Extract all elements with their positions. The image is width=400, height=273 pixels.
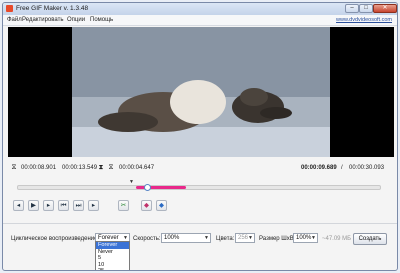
duration-time: 00:00:04.647 (119, 165, 155, 171)
menu-bar: Файл Редактировать Опции Помощь www.dvdv… (3, 15, 397, 26)
file-size: ~47.09 МБ (322, 236, 352, 242)
colors-label: Цвета: (216, 236, 235, 242)
speed-select[interactable]: 100% ▼ (161, 233, 211, 243)
loop-option[interactable]: 25 (96, 268, 129, 270)
step-back-button[interactable]: ◂ (13, 200, 24, 211)
menu-edit[interactable]: Редактировать (22, 17, 63, 23)
window-title: Free GIF Maker v. 1.3.48 (16, 5, 89, 12)
rewind-button[interactable]: ◆ (141, 200, 152, 211)
create-button[interactable]: Создать (353, 233, 387, 245)
loop-option[interactable]: 10 (96, 262, 129, 269)
time-toolbar: ⧖ 00:00:08.901 00:00:13.549 ⧗ ⧖ 00:00:04… (3, 163, 397, 175)
play-selection-button[interactable]: ▸ (43, 200, 54, 211)
video-preview (8, 27, 394, 157)
menu-help[interactable]: Помощь (90, 17, 113, 23)
forward-button[interactable]: ◆ (156, 200, 167, 211)
time-separator: / (341, 165, 343, 171)
speed-value: 100% (164, 235, 180, 241)
chevron-down-icon: ▼ (311, 235, 316, 241)
website-link[interactable]: www.dvdvideosoft.com (336, 17, 392, 23)
divider (3, 223, 397, 224)
colors-select[interactable]: 256 ▼ (235, 233, 255, 243)
mark-start-icon[interactable]: ⧖ (10, 164, 18, 172)
video-frame (8, 27, 394, 157)
size-select[interactable]: 100% ▼ (293, 233, 318, 243)
menu-file[interactable]: Файл (7, 17, 22, 23)
current-time: 00:00:09.689 (301, 165, 337, 171)
loop-option[interactable]: Forever (96, 242, 129, 249)
end-time: 00:00:13.549 (62, 165, 98, 171)
duration-icon: ⧖ (108, 164, 114, 171)
mark-end-icon[interactable]: ⧗ (97, 164, 105, 172)
play-button[interactable]: ▶ (28, 200, 39, 211)
loop-dropdown-list: Forever Never 5 10 25 (95, 241, 130, 270)
chevron-down-icon: ▼ (248, 235, 253, 241)
cut-button[interactable]: ✂ (118, 200, 129, 211)
chevron-down-icon: ▼ (204, 235, 209, 241)
size-value: 100% (296, 235, 312, 241)
minimize-button[interactable]: – (345, 4, 359, 13)
app-icon (6, 5, 13, 12)
start-time: 00:00:08.901 (21, 165, 57, 171)
go-end-button[interactable]: ⏭ (73, 200, 84, 211)
step-forward-button[interactable]: ▸ (88, 200, 99, 211)
settings-bar: Циклическое воспроизведение: Forever ▼ С… (3, 230, 397, 246)
speed-label: Скорость: (133, 236, 161, 242)
loop-option[interactable]: Never (96, 249, 129, 256)
maximize-button[interactable]: □ (359, 4, 373, 13)
size-label: Размер ШхВ: (259, 236, 296, 242)
timeline-slider[interactable] (17, 184, 381, 191)
close-button[interactable]: ✕ (373, 4, 397, 13)
loop-label: Циклическое воспроизведение: (11, 236, 100, 242)
timeline-thumb[interactable] (144, 184, 151, 191)
loop-option[interactable]: 5 (96, 255, 129, 262)
app-window: Free GIF Maker v. 1.3.48 – □ ✕ Файл Реда… (2, 2, 398, 271)
total-time: 00:00:30.093 (349, 165, 385, 171)
go-start-button[interactable]: ⏮ (58, 200, 69, 211)
menu-options[interactable]: Опции (67, 17, 85, 23)
colors-value: 256 (238, 235, 249, 241)
